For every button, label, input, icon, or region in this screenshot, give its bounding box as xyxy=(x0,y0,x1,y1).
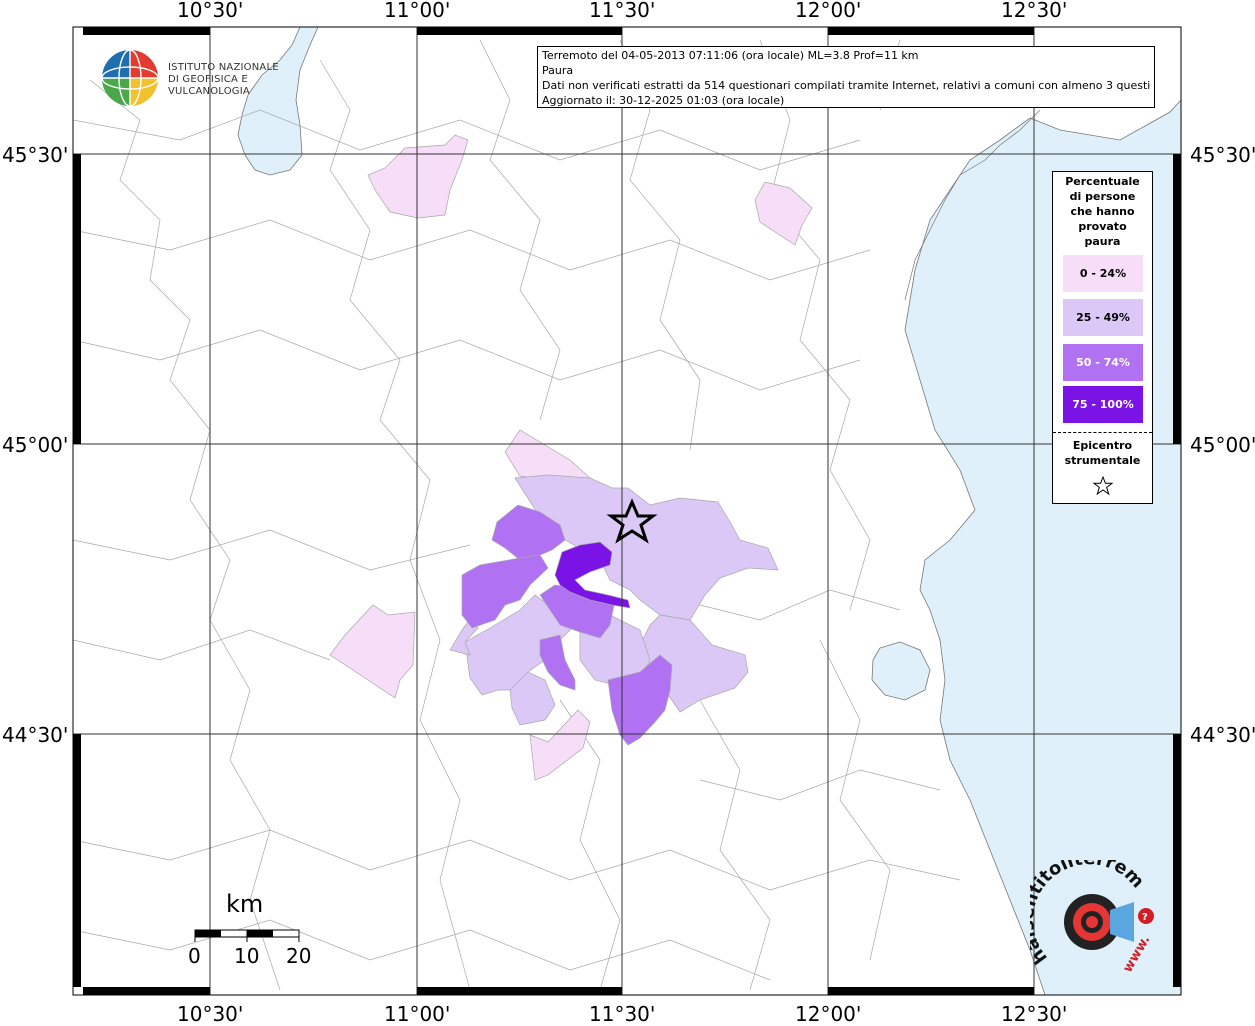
lon-label-bottom-4: 12°00' xyxy=(795,1002,862,1026)
legend-title-line: di persone xyxy=(1069,190,1136,203)
lat-label-right-3: 44°30' xyxy=(1190,723,1255,747)
lat-label-left-3: 44°30' xyxy=(2,723,69,747)
lat-label-left-2: 45°00' xyxy=(2,433,69,457)
star-icon xyxy=(1093,476,1113,496)
event-info-line-4: Aggiornato il: 30-12-2025 01:03 (ora loc… xyxy=(542,94,785,107)
legend-divider xyxy=(1053,432,1152,433)
event-info-box: Terremoto del 04-05-2013 07:11:06 (ora l… xyxy=(537,46,1155,108)
lat-label-right-1: 45°30' xyxy=(1190,143,1255,167)
lat-label-right-2: 45°00' xyxy=(1190,433,1255,457)
lon-label-bottom-5: 12°30' xyxy=(1001,1002,1068,1026)
scale-label-10: 10 xyxy=(234,944,260,968)
lon-label-top-1: 10°30' xyxy=(177,0,244,22)
legend-title-line: che hanno xyxy=(1070,205,1135,218)
globe-icon xyxy=(101,49,159,107)
legend-title-line: paura xyxy=(1084,235,1121,248)
scale-label-0: 0 xyxy=(188,944,201,968)
lon-label-top-5: 12°30' xyxy=(1001,0,1068,22)
lon-label-bottom-3: 11°30' xyxy=(589,1002,656,1026)
legend-title: Percentuale di persone che hanno provato… xyxy=(1053,174,1152,249)
ingv-logo: ISTITUTO NAZIONALE DI GEOFISICA E VULCAN… xyxy=(100,48,310,108)
logo-line-2: DI GEOFISICA E VULCANOLOGIA xyxy=(168,74,250,97)
legend-swatch-0-24: 0 - 24% xyxy=(1063,255,1143,292)
event-info-line-1: Terremoto del 04-05-2013 07:11:06 (ora l… xyxy=(542,49,919,62)
lon-label-top-3: 11°30' xyxy=(589,0,656,22)
legend-title-line: Percentuale xyxy=(1065,175,1140,188)
lon-label-top-2: 11°00' xyxy=(384,0,451,22)
lon-label-bottom-1: 10°30' xyxy=(177,1002,244,1026)
scale-label-20: 20 xyxy=(286,944,312,968)
logo-line-1: ISTITUTO NAZIONALE xyxy=(168,62,279,73)
legend: Percentuale di persone che hanno provato… xyxy=(1052,171,1153,504)
event-info-line-3: Dati non verificati estratti da 514 ques… xyxy=(542,79,1150,92)
haisentito-www: www. xyxy=(1120,933,1153,975)
lon-label-bottom-2: 11°00' xyxy=(384,1002,451,1026)
legend-epicenter-label: Epicentro strumentale xyxy=(1053,438,1152,468)
legend-title-line: provato xyxy=(1078,220,1127,233)
legend-epicenter-line: strumentale xyxy=(1064,454,1141,467)
legend-swatch-25-49: 25 - 49% xyxy=(1063,299,1143,336)
legend-epicenter-line: Epicentro xyxy=(1072,439,1133,452)
logo-text: ISTITUTO NAZIONALE DI GEOFISICA E VULCAN… xyxy=(168,62,310,98)
haisentito-logo: haisentitoilterremoto.it www. ? xyxy=(1030,860,1154,975)
legend-swatch-75-100: 75 - 100% xyxy=(1063,386,1143,423)
svg-text:?: ? xyxy=(1142,912,1148,923)
scale-title: km xyxy=(226,890,264,918)
lon-label-top-4: 12°00' xyxy=(795,0,862,22)
event-info-line-2: Paura xyxy=(542,64,574,77)
lat-label-left-1: 45°30' xyxy=(2,143,69,167)
legend-swatch-50-74: 50 - 74% xyxy=(1063,344,1143,381)
